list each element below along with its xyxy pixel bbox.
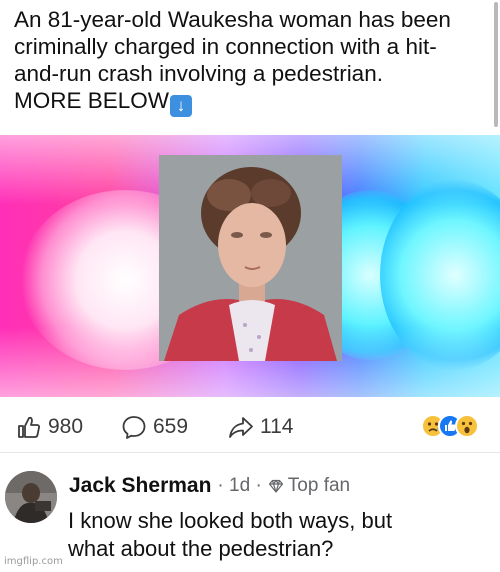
comment-bubble-icon [122, 416, 146, 439]
like-button[interactable]: 980 [16, 410, 83, 444]
post-text-line: and-run crash involving a pedestrian. [14, 61, 383, 86]
comment-time[interactable]: · 1d · [217, 475, 261, 497]
comment-count: 659 [153, 415, 189, 438]
share-arrow-icon [229, 417, 253, 438]
reaction-summary[interactable] [421, 414, 491, 440]
engagement-bar: 980 659 114 [0, 410, 500, 444]
diamond-icon [268, 479, 283, 493]
comment: Jack Sherman · 1d · Top fan I know she l… [0, 466, 500, 572]
top-fan-badge: Top fan [287, 475, 351, 496]
comment-button[interactable]: 659 [121, 410, 188, 444]
share-button[interactable]: 114 [228, 410, 293, 444]
more-below-line: MORE BELOW ↓ [14, 87, 484, 117]
post-text-line: criminally charged in connection with a … [14, 34, 437, 59]
more-below-label: MORE BELOW [14, 88, 170, 113]
comment-author[interactable]: Jack Sherman [69, 474, 211, 498]
thumbs-up-icon [18, 416, 40, 438]
comment-body: I know she looked both ways, but what ab… [68, 507, 488, 563]
scrollbar[interactable] [494, 2, 498, 127]
post-text-line: An 81-year-old Waukesha woman has been [14, 7, 451, 32]
like-count: 980 [48, 415, 84, 438]
comment-body-line: what about the pedestrian? [68, 536, 334, 561]
post-image[interactable] [0, 135, 500, 397]
avatar[interactable] [5, 471, 57, 523]
comment-header: Jack Sherman · 1d · Top fan [69, 474, 350, 498]
mugshot-photo [159, 155, 342, 361]
divider [0, 452, 500, 453]
share-count: 114 [260, 415, 294, 438]
wow-face-icon [455, 414, 479, 438]
watermark: imgflip.com [4, 556, 63, 567]
down-arrow-emoji-icon: ↓ [170, 95, 193, 117]
comment-body-line: I know she looked both ways, but [68, 508, 393, 533]
post-text: An 81-year-old Waukesha woman has been c… [14, 6, 484, 117]
